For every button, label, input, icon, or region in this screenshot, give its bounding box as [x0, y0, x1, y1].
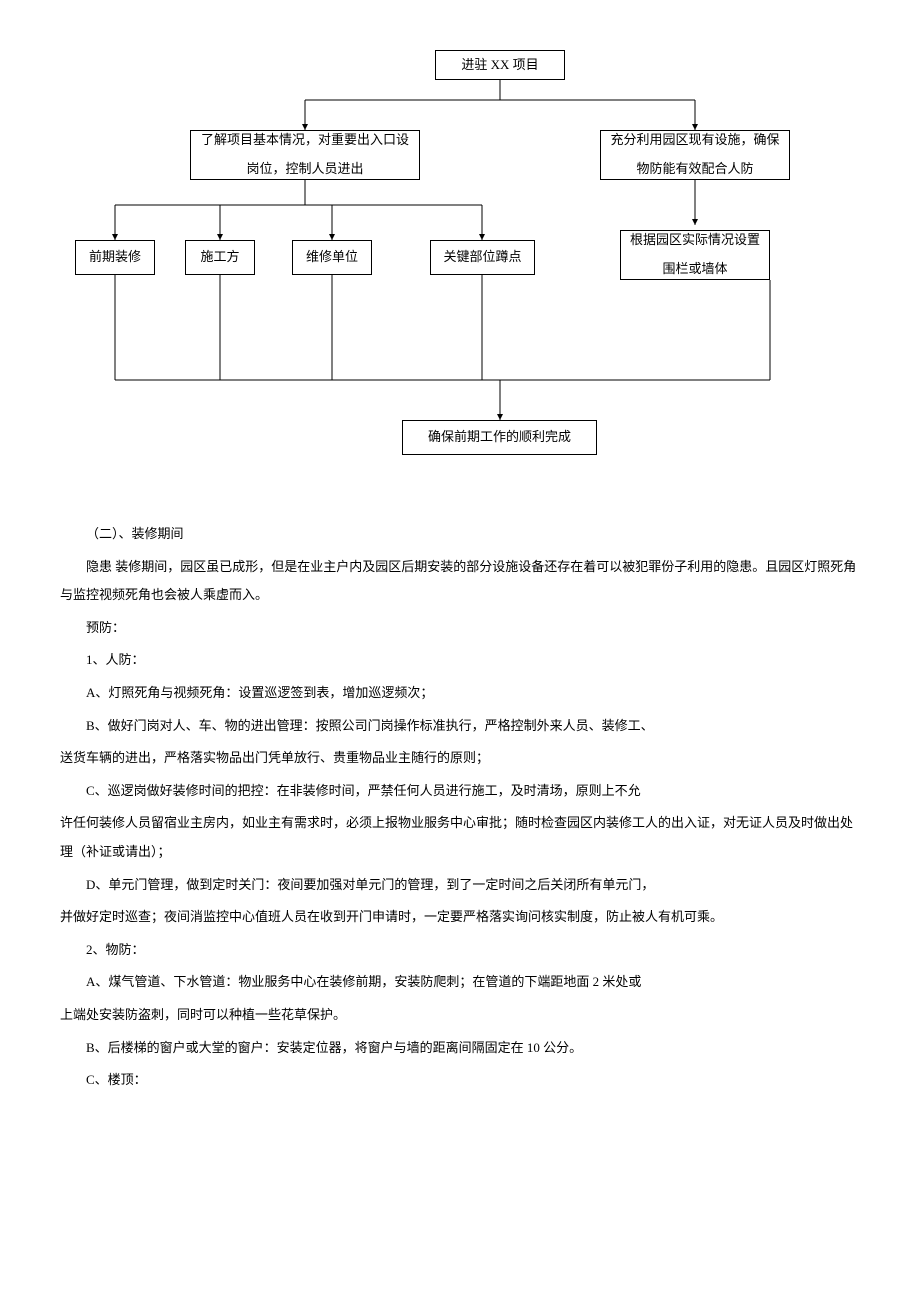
- paragraph: 隐患 装修期间，园区虽已成形，但是在业主户内及园区后期安装的部分设施设备还存在着…: [60, 553, 860, 610]
- node-label: 前期装修: [89, 243, 141, 272]
- paragraph: B、后楼梯的窗户或大堂的窗户：安装定位器，将窗户与墙的距离间隔固定在 10 公分…: [60, 1034, 860, 1063]
- paragraph-continuation: 许任何装修人员留宿业主房内，如业主有需求时，必须上报物业服务中心审批；随时检查园…: [60, 809, 860, 866]
- flowchart-node-leaf1: 前期装修: [75, 240, 155, 275]
- node-label: 施工方: [200, 243, 239, 272]
- flowchart-node-leaf2: 施工方: [185, 240, 255, 275]
- node-label: 维修单位: [306, 243, 358, 272]
- paragraph-continuation: 送货车辆的进出，严格落实物品出门凭单放行、贵重物品业主随行的原则；: [60, 744, 860, 773]
- node-label: 根据园区实际情况设置围栏或墙体: [629, 226, 761, 283]
- flowchart-node-right-low: 根据园区实际情况设置围栏或墙体: [620, 230, 770, 280]
- flowchart-node-right-mid: 充分利用园区现有设施，确保物防能有效配合人防: [600, 130, 790, 180]
- paragraph: 2、物防：: [60, 936, 860, 965]
- flowchart-node-bottom: 确保前期工作的顺利完成: [402, 420, 597, 455]
- document-body: （二）、装修期间 隐患 装修期间，园区虽已成形，但是在业主户内及园区后期安装的部…: [60, 520, 860, 1095]
- flowchart-node-left-mid: 了解项目基本情况，对重要出入口设岗位，控制人员进出: [190, 130, 420, 180]
- paragraph: 预防：: [60, 614, 860, 643]
- node-label: 充分利用园区现有设施，确保物防能有效配合人防: [609, 126, 781, 183]
- paragraph: D、单元门管理，做到定时关门：夜间要加强对单元门的管理，到了一定时间之后关闭所有…: [60, 871, 860, 900]
- paragraph: B、做好门岗对人、车、物的进出管理：按照公司门岗操作标准执行，严格控制外来人员、…: [60, 712, 860, 741]
- paragraph: C、楼顶：: [60, 1066, 860, 1095]
- paragraph: C、巡逻岗做好装修时间的把控：在非装修时间，严禁任何人员进行施工，及时清场，原则…: [60, 777, 860, 806]
- node-label: 关键部位蹲点: [443, 243, 521, 272]
- paragraph: A、灯照死角与视频死角：设置巡逻签到表，增加巡逻频次；: [60, 679, 860, 708]
- node-label: 进驻 XX 项目: [461, 51, 538, 80]
- paragraph-continuation: 上端处安装防盗刺，同时可以种植一些花草保护。: [60, 1001, 860, 1030]
- paragraph-continuation: 并做好定时巡查；夜间消监控中心值班人员在收到开门申请时，一定要严格落实询问核实制…: [60, 903, 860, 932]
- flowchart-node-top: 进驻 XX 项目: [435, 50, 565, 80]
- flowchart-diagram: 进驻 XX 项目 了解项目基本情况，对重要出入口设岗位，控制人员进出 充分利用园…: [60, 40, 860, 490]
- section-heading: （二）、装修期间: [60, 520, 860, 549]
- paragraph: 1、人防：: [60, 646, 860, 675]
- node-label: 确保前期工作的顺利完成: [428, 423, 571, 452]
- node-label: 了解项目基本情况，对重要出入口设岗位，控制人员进出: [199, 126, 411, 183]
- paragraph: A、煤气管道、下水管道：物业服务中心在装修前期，安装防爬刺；在管道的下端距地面 …: [60, 968, 860, 997]
- flowchart-node-leaf4: 关键部位蹲点: [430, 240, 535, 275]
- flowchart-node-leaf3: 维修单位: [292, 240, 372, 275]
